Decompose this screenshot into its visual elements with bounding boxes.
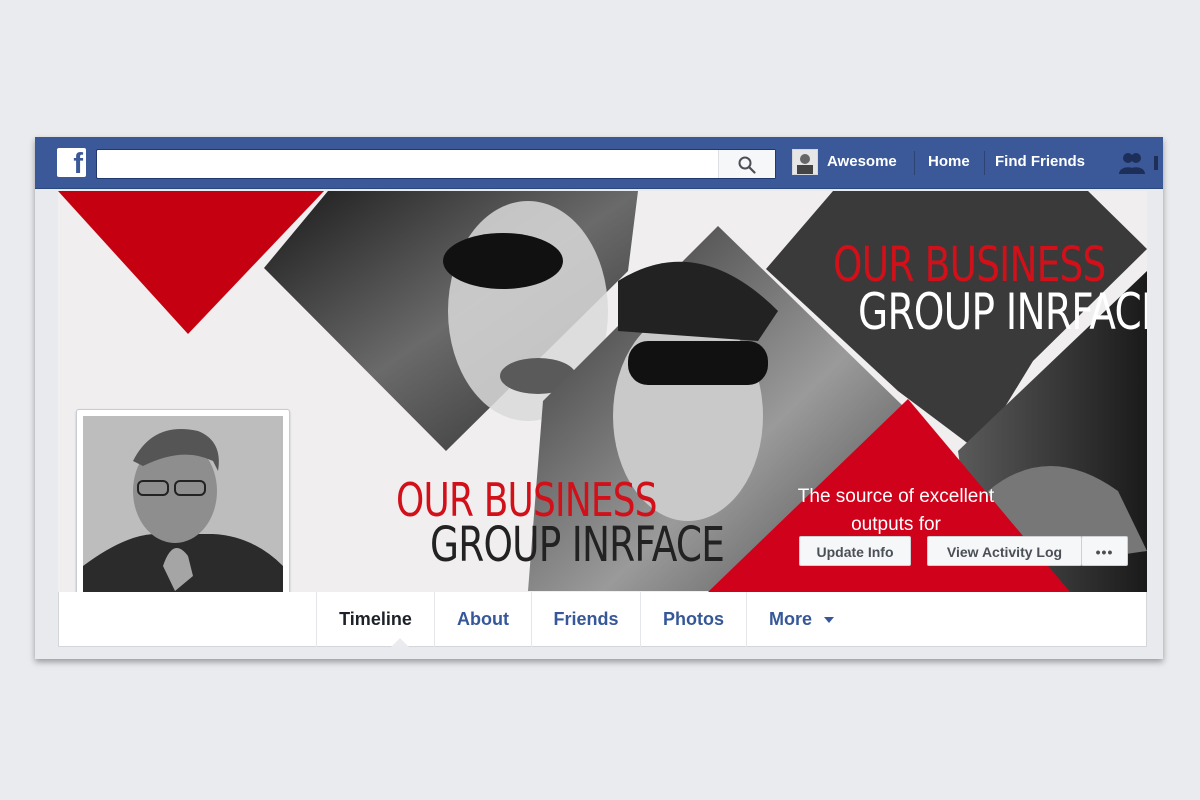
friend-requests-icon[interactable] — [1118, 152, 1158, 174]
tab-friends[interactable]: Friends — [531, 592, 640, 647]
tab-more[interactable]: More — [746, 592, 846, 647]
more-options-button[interactable]: ••• — [1081, 536, 1128, 566]
cover-title-bottom-right: GROUP INRFACE — [858, 283, 1147, 341]
nav-avatar[interactable] — [792, 149, 818, 175]
search-input[interactable] — [96, 149, 776, 179]
nav-find-friends[interactable]: Find Friends — [995, 153, 1085, 170]
nav-divider — [984, 151, 985, 175]
active-tab-pointer — [391, 638, 409, 647]
tab-timeline[interactable]: Timeline — [316, 592, 434, 647]
update-info-button[interactable]: Update Info — [799, 536, 911, 566]
search-button[interactable] — [718, 150, 775, 178]
profile-photo-image — [83, 416, 283, 618]
tab-more-label: More — [769, 609, 813, 629]
facebook-logo-icon[interactable]: f — [57, 148, 86, 180]
tab-about[interactable]: About — [434, 592, 531, 647]
avatar-thumbnail-icon — [793, 150, 817, 174]
chevron-down-icon — [824, 617, 835, 624]
tab-photos[interactable]: Photos — [640, 592, 746, 647]
nav-home[interactable]: Home — [928, 153, 970, 170]
profile-tabs-bar: Timeline About Friends Photos More — [58, 592, 1147, 647]
profile-photo — [83, 416, 283, 618]
nav-divider — [914, 151, 915, 175]
top-navigation-bar: f Awesome Home Find Friends — [35, 137, 1163, 189]
facebook-window: f Awesome Home Find Friends OUR BUSINESS… — [35, 137, 1163, 659]
view-activity-log-button[interactable]: View Activity Log — [927, 536, 1082, 566]
search-icon — [738, 156, 756, 174]
cover-tagline: The source of excellent outputs for — [797, 486, 995, 535]
cover-title-bottom-left: GROUP INRFACE — [430, 517, 725, 573]
nav-profile-name[interactable]: Awesome — [827, 153, 897, 170]
facebook-logo-letter: f — [73, 148, 83, 180]
